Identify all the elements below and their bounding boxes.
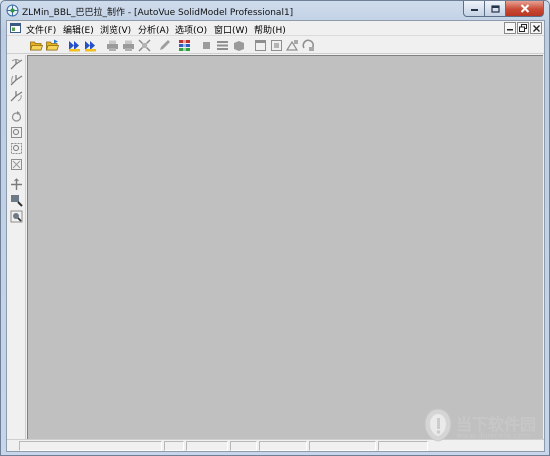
- client-area: 文件(F) 编辑(E) 浏览(V) 分析(A) 选项(O) 窗口(W) 帮助(H…: [6, 20, 545, 452]
- status-panel-3: [186, 441, 228, 451]
- restore-icon: [519, 24, 527, 32]
- print-icon[interactable]: [106, 39, 119, 52]
- view-tools-sidebar: [7, 55, 26, 439]
- minimize-icon: [507, 29, 513, 31]
- menu-options[interactable]: 选项(O): [175, 23, 207, 36]
- view-stack-icon[interactable]: [216, 39, 229, 52]
- open-folder-icon[interactable]: [30, 39, 43, 52]
- maximize-icon: [490, 4, 500, 13]
- autovue-app-icon[interactable]: [6, 4, 19, 17]
- zoom-window-icon[interactable]: [10, 142, 23, 155]
- next-page-icon[interactable]: [84, 39, 97, 52]
- open-folder-2-icon[interactable]: [46, 39, 59, 52]
- application-window: ZLMin_BBL_巴巴拉_制作 - [AutoVue SolidModel P…: [0, 0, 550, 456]
- doc-close-button[interactable]: [530, 22, 542, 34]
- orbit-icon[interactable]: [10, 110, 23, 123]
- window-controls: [463, 1, 544, 17]
- magnify-icon[interactable]: [10, 194, 23, 207]
- menu-edit[interactable]: 编辑(E): [63, 23, 94, 36]
- rotate-z-icon[interactable]: [10, 90, 23, 103]
- view-front-icon[interactable]: [200, 39, 213, 52]
- document-window-controls: [504, 22, 542, 34]
- title-bar[interactable]: ZLMin_BBL_巴巴拉_制作 - [AutoVue SolidModel P…: [1, 1, 549, 20]
- main-toolbar: [7, 37, 544, 54]
- document-workspace[interactable]: [27, 55, 543, 439]
- status-panel-5: [259, 441, 307, 451]
- menu-file[interactable]: 文件(F): [26, 23, 56, 36]
- magnify-area-icon[interactable]: [10, 210, 23, 223]
- status-panel-7: [378, 441, 428, 451]
- zoom-fit-icon[interactable]: [10, 126, 23, 139]
- zoom-extents-icon[interactable]: [10, 158, 23, 171]
- window-title: ZLMin_BBL_巴巴拉_制作 - [AutoVue SolidModel P…: [22, 8, 294, 18]
- document-system-icon[interactable]: [10, 23, 21, 33]
- doc-restore-button[interactable]: [517, 22, 529, 34]
- menu-window[interactable]: 窗口(W): [214, 23, 248, 36]
- frame-zoom-icon[interactable]: [286, 39, 299, 52]
- close-icon: [520, 4, 529, 13]
- pan-icon[interactable]: [10, 178, 23, 191]
- layers-icon[interactable]: [178, 39, 191, 52]
- menu-help[interactable]: 帮助(H): [254, 23, 286, 36]
- markup-pen-icon[interactable]: [158, 39, 171, 52]
- status-panel-2: [164, 441, 184, 451]
- rotate-x-icon[interactable]: [10, 58, 23, 71]
- status-panel-main: [19, 441, 162, 451]
- frame-rotate-icon[interactable]: [302, 39, 315, 52]
- view-box-icon[interactable]: [232, 39, 245, 52]
- measure-icon[interactable]: [138, 39, 151, 52]
- minimize-button[interactable]: [463, 1, 485, 17]
- site-watermark: 当下软件园 www.downxia.com: [424, 408, 544, 448]
- watermark-logo-icon: [424, 408, 452, 442]
- frame-icon[interactable]: [254, 39, 267, 52]
- status-panel-6: [309, 441, 376, 451]
- maximize-button[interactable]: [485, 1, 506, 17]
- status-panel-4: [230, 441, 257, 451]
- rotate-y-icon[interactable]: [10, 74, 23, 87]
- prev-page-icon[interactable]: [68, 39, 81, 52]
- close-button[interactable]: [506, 1, 544, 17]
- minimize-icon: [470, 8, 478, 11]
- menu-view[interactable]: 浏览(V): [100, 23, 131, 36]
- close-icon: [532, 24, 540, 32]
- frame-fit-icon[interactable]: [270, 39, 283, 52]
- watermark-url: www.downxia.com: [456, 431, 531, 440]
- menu-bar: 文件(F) 编辑(E) 浏览(V) 分析(A) 选项(O) 窗口(W) 帮助(H…: [7, 21, 544, 36]
- doc-minimize-button[interactable]: [504, 22, 516, 34]
- print-preview-icon[interactable]: [122, 39, 135, 52]
- menu-analyze[interactable]: 分析(A): [138, 23, 169, 36]
